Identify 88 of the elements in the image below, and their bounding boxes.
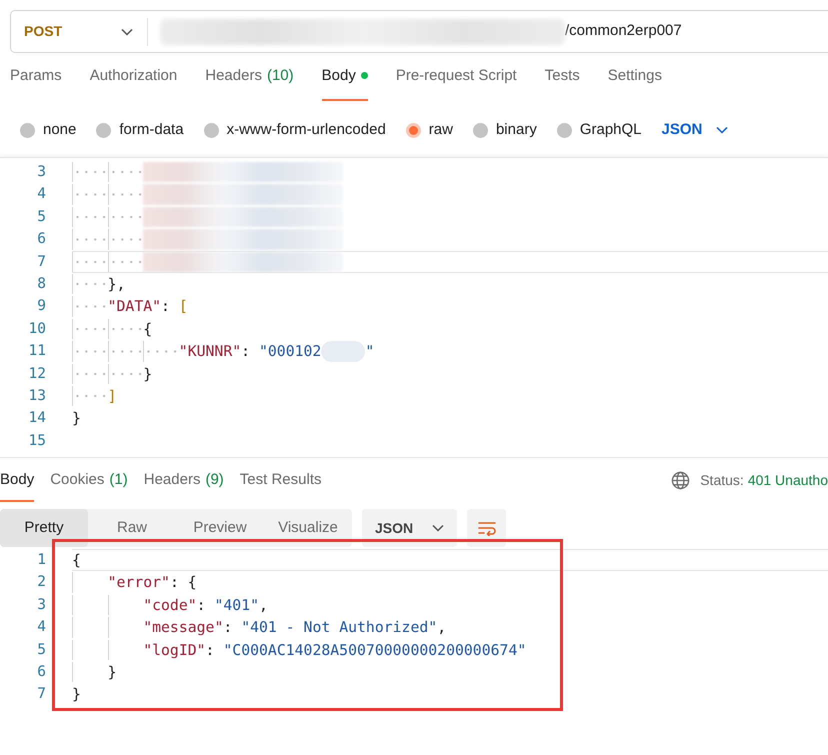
radio-option[interactable]: GraphQL — [556, 118, 642, 142]
line-number: 13 — [28, 386, 46, 406]
request-tab[interactable]: Headers (10) — [205, 65, 294, 103]
line-number: 14 — [28, 409, 46, 428]
wrap-lines-icon — [476, 520, 496, 536]
json-punctuation: : — [161, 297, 171, 317]
line-number: 2 — [36, 573, 46, 592]
status-label: Status: — [700, 470, 744, 490]
view-mode-tab[interactable]: Pretty — [0, 509, 88, 547]
line-number: 3 — [36, 163, 46, 182]
json-punctuation: }, — [108, 274, 126, 294]
url-field[interactable]: /common2erp007 — [148, 11, 828, 52]
line-number: 4 — [36, 185, 46, 204]
radio-option[interactable]: binary — [472, 118, 537, 142]
line-number: 4 — [36, 618, 46, 638]
status-value: 401 Unautho — [748, 470, 828, 490]
json-punctuation: : — [223, 618, 234, 638]
radio-option[interactable]: form-data — [96, 118, 184, 142]
wrap-lines-button[interactable] — [467, 509, 506, 547]
line-number: 3 — [36, 596, 46, 615]
json-punctuation: : — [206, 640, 216, 660]
language-dropdown[interactable]: JSON — [662, 118, 728, 142]
radio-button[interactable] — [20, 122, 35, 138]
json-punctuation: ] — [108, 386, 117, 406]
url-text: /common2erp007 — [565, 21, 682, 42]
radio-button[interactable] — [472, 122, 488, 138]
request-tab[interactable]: Settings — [608, 65, 662, 103]
radio-option[interactable]: x-www-form-urlencoded — [204, 118, 386, 142]
radio-option[interactable]: none — [20, 118, 76, 142]
json-key: "KUNNR" — [178, 341, 242, 362]
request-tab[interactable]: Tests — [544, 65, 580, 103]
response-tab[interactable]: Cookies (1) — [50, 458, 128, 502]
response-tab[interactable]: Test Results — [240, 458, 322, 502]
chevron-down-icon — [121, 28, 133, 36]
line-number: 1 — [36, 551, 46, 570]
line-number: 7 — [36, 252, 46, 272]
json-punctuation: { — [72, 551, 81, 570]
radio-button[interactable] — [406, 122, 421, 138]
json-punctuation: : { — [170, 573, 197, 593]
line-number: 6 — [36, 662, 46, 682]
chevron-down-icon — [716, 126, 728, 134]
line-number: 9 — [36, 297, 46, 316]
json-string: "000102 — [258, 342, 322, 362]
line-number: 11 — [28, 342, 46, 362]
radio-button[interactable] — [96, 122, 112, 138]
line-number: 12 — [28, 364, 46, 384]
json-key: "DATA" — [108, 296, 162, 317]
view-mode-tab[interactable]: Raw — [88, 509, 176, 547]
json-key: "message" — [143, 617, 224, 638]
line-number: 5 — [36, 640, 46, 660]
json-punctuation: } — [72, 409, 81, 429]
view-mode-tab[interactable]: Preview — [176, 509, 264, 547]
language-dropdown[interactable]: JSON — [362, 509, 457, 547]
radio-option[interactable]: raw — [406, 118, 453, 142]
json-punctuation: : — [241, 342, 252, 362]
globe-icon — [671, 470, 690, 490]
json-punctuation: { — [143, 320, 152, 340]
json-punctuation: , — [437, 618, 446, 638]
line-number: 5 — [36, 208, 46, 227]
json-punctuation: , — [259, 596, 268, 616]
json-punctuation: [ — [178, 297, 188, 317]
response-tab[interactable]: Body — [0, 458, 34, 502]
json-key: "logID" — [143, 640, 206, 660]
request-tab[interactable]: Pre-request Script — [396, 65, 517, 103]
json-string: "401 - Not Authorized" — [241, 618, 438, 638]
json-key: "error" — [108, 572, 170, 593]
json-key: "code" — [143, 594, 197, 616]
json-punctuation: : — [196, 596, 207, 616]
line-number: 10 — [28, 320, 46, 339]
request-tab[interactable]: Params — [10, 65, 62, 103]
json-punctuation: } — [72, 685, 81, 705]
line-number: 7 — [36, 685, 46, 704]
json-string: " — [365, 342, 374, 362]
line-number: 6 — [36, 230, 46, 250]
response-tab[interactable]: Headers (9) — [144, 458, 224, 502]
json-string: "C000AC14028A50070000000200000674" — [223, 640, 526, 660]
json-punctuation: } — [108, 662, 117, 682]
radio-button[interactable] — [556, 122, 572, 138]
line-number: 8 — [36, 274, 46, 294]
request-tab[interactable]: Authorization — [90, 65, 178, 103]
line-number: 15 — [28, 432, 46, 451]
method-dropdown[interactable]: POST — [11, 11, 147, 52]
request-tab[interactable]: Body — [322, 65, 368, 103]
view-mode-tab[interactable]: Visualize — [264, 509, 352, 547]
chevron-down-icon — [432, 524, 444, 532]
radio-button[interactable] — [204, 122, 219, 138]
json-punctuation: } — [143, 364, 152, 384]
json-string: "401" — [214, 596, 260, 616]
